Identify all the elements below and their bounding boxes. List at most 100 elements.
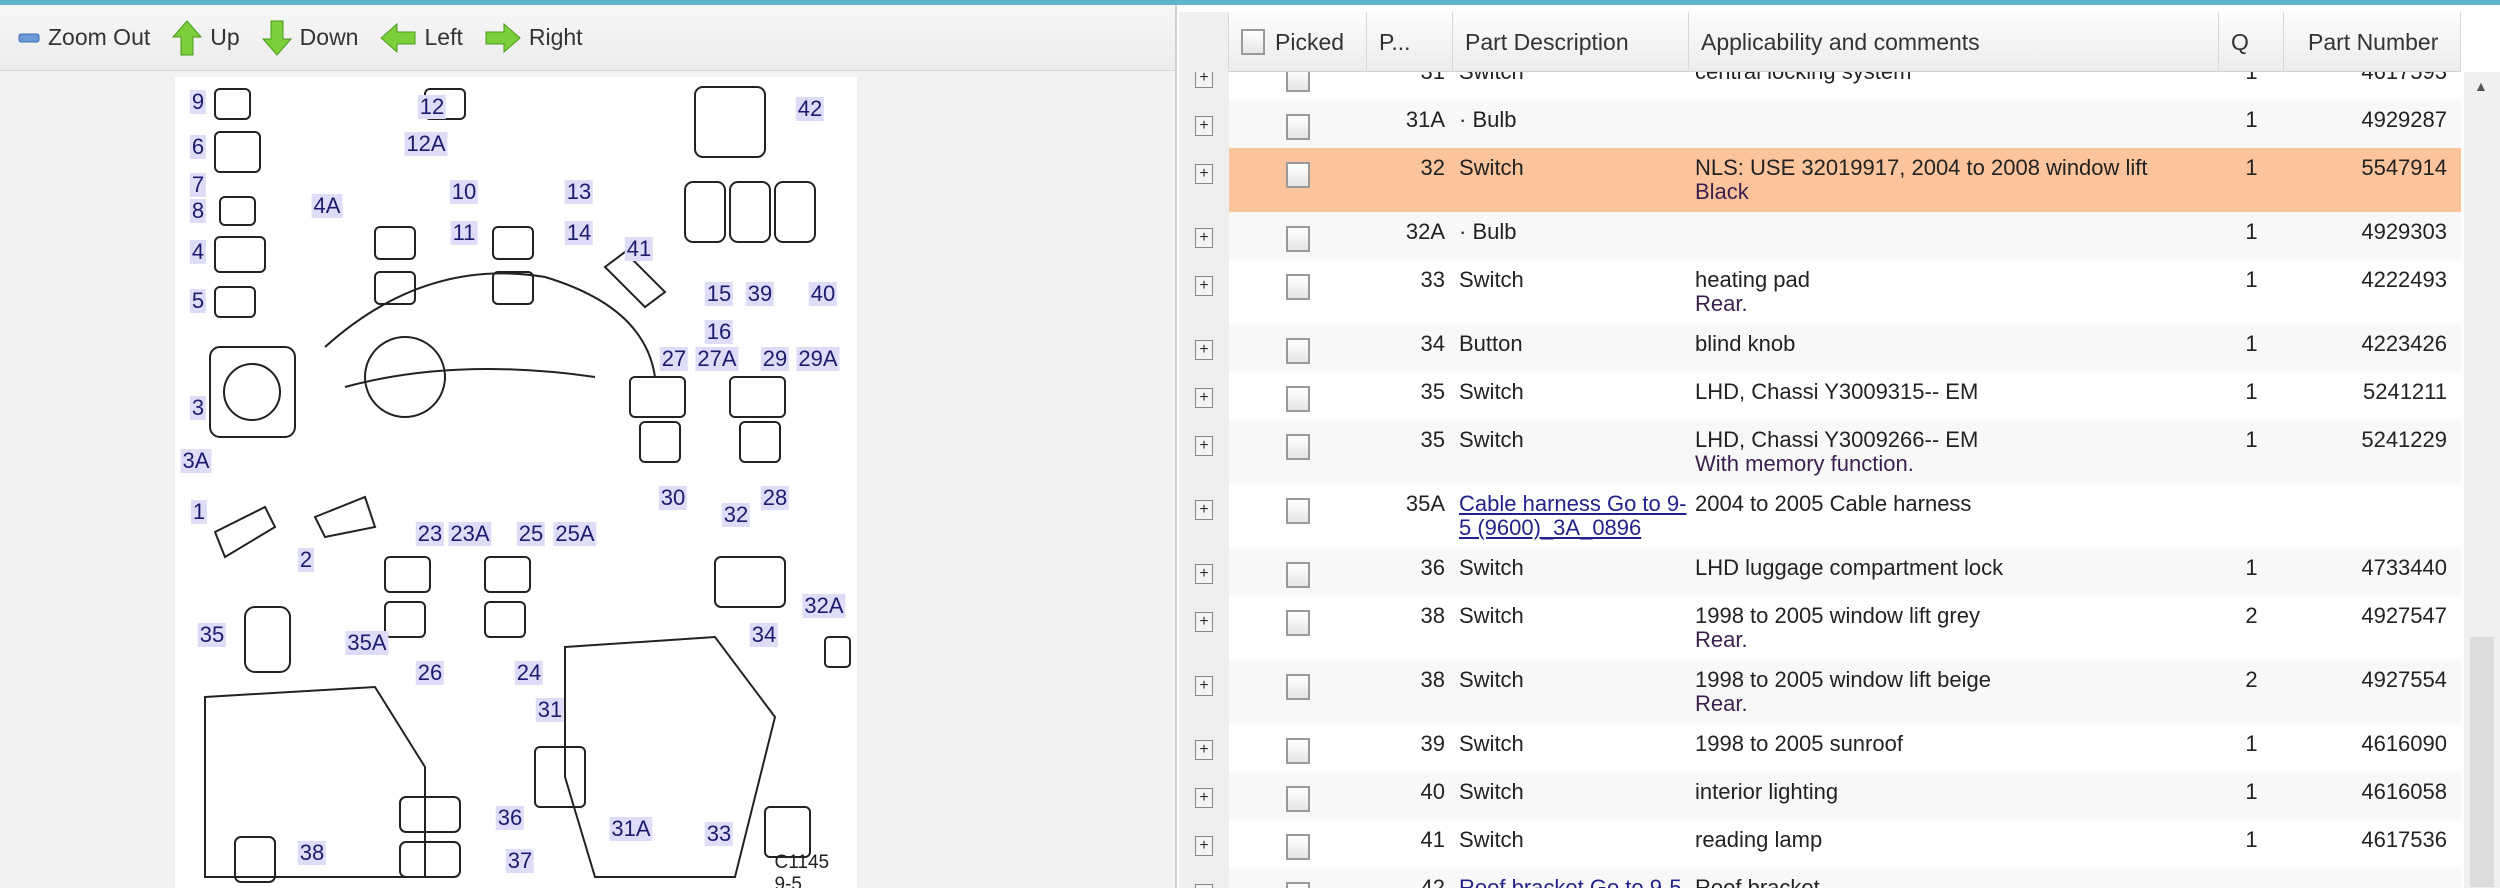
callout-29A[interactable]: 29A xyxy=(796,347,840,371)
callout-41[interactable]: 41 xyxy=(624,237,654,261)
picked-checkbox[interactable] xyxy=(1286,338,1310,364)
callout-2[interactable]: 2 xyxy=(297,548,315,572)
callout-13[interactable]: 13 xyxy=(564,180,594,204)
callout-23[interactable]: 23 xyxy=(415,522,445,546)
description-header[interactable]: Part Description xyxy=(1453,12,1689,72)
up-button[interactable]: Up xyxy=(172,19,240,56)
table-row[interactable]: + 42 Roof bracket Go to 9-5 Roof bracket xyxy=(1179,868,2461,888)
picked-checkbox[interactable] xyxy=(1286,162,1310,188)
left-button[interactable]: Left xyxy=(380,22,463,53)
callout-35A[interactable]: 35A xyxy=(345,631,389,655)
table-row[interactable]: + 40 Switch interior lighting 1 4616058 xyxy=(1179,772,2461,820)
callout-4[interactable]: 4 xyxy=(189,240,207,264)
picked-checkbox[interactable] xyxy=(1286,114,1310,140)
callout-40[interactable]: 40 xyxy=(808,282,838,306)
callout-25[interactable]: 25 xyxy=(516,522,546,546)
applicability-header[interactable]: Applicability and comments xyxy=(1689,12,2219,72)
picked-checkbox[interactable] xyxy=(1286,786,1310,812)
picked-checkbox[interactable] xyxy=(1286,562,1310,588)
callout-26[interactable]: 26 xyxy=(415,661,445,685)
scroll-up-arrow-icon[interactable]: ▲ xyxy=(2474,78,2488,94)
callout-37[interactable]: 37 xyxy=(505,849,535,873)
table-row[interactable]: + 31A · Bulb 1 4929287 xyxy=(1179,100,2461,148)
right-button[interactable]: Right xyxy=(485,22,583,53)
callout-32[interactable]: 32 xyxy=(721,503,751,527)
table-row[interactable]: + 35 Switch LHD, Chassi Y3009315-- EM 1 … xyxy=(1179,372,2461,420)
quantity-header[interactable]: Q xyxy=(2219,12,2284,72)
table-scrollbar[interactable]: ▲ xyxy=(2464,72,2500,888)
callout-14[interactable]: 14 xyxy=(564,221,594,245)
callout-30[interactable]: 30 xyxy=(658,486,688,510)
callout-3A[interactable]: 3A xyxy=(180,449,212,473)
callout-8[interactable]: 8 xyxy=(189,199,207,223)
table-row[interactable]: + 33 Switch heating pad Rear. 1 4222493 xyxy=(1179,260,2461,324)
expand-plus-icon[interactable]: + xyxy=(1195,340,1213,360)
callout-9[interactable]: 9 xyxy=(189,90,207,114)
callout-3[interactable]: 3 xyxy=(189,396,207,420)
picked-checkbox[interactable] xyxy=(1286,834,1310,860)
scrollbar-thumb[interactable] xyxy=(2470,637,2494,887)
expand-plus-icon[interactable]: + xyxy=(1195,436,1213,456)
picked-checkbox[interactable] xyxy=(1286,226,1310,252)
callout-16[interactable]: 16 xyxy=(704,320,734,344)
callout-27[interactable]: 27 xyxy=(659,347,689,371)
picked-checkbox[interactable] xyxy=(1286,274,1310,300)
expand-plus-icon[interactable]: + xyxy=(1195,564,1213,584)
picked-checkbox[interactable] xyxy=(1286,386,1310,412)
callout-24[interactable]: 24 xyxy=(514,661,544,685)
table-row[interactable]: + 32 Switch NLS: USE 32019917, 2004 to 2… xyxy=(1179,148,2461,212)
position-header[interactable]: P... xyxy=(1367,12,1453,72)
callout-4A[interactable]: 4A xyxy=(311,194,343,218)
picked-checkbox[interactable] xyxy=(1286,882,1310,888)
expand-plus-icon[interactable]: + xyxy=(1195,500,1213,520)
expand-plus-icon[interactable]: + xyxy=(1195,884,1213,888)
table-row[interactable]: + 38 Switch 1998 to 2005 window lift gre… xyxy=(1179,596,2461,660)
expand-plus-icon[interactable]: + xyxy=(1195,836,1213,856)
expand-plus-icon[interactable]: + xyxy=(1195,164,1213,184)
callout-34[interactable]: 34 xyxy=(749,623,779,647)
callout-31A[interactable]: 31A xyxy=(609,817,653,841)
callout-12[interactable]: 12 xyxy=(417,95,447,119)
picked-checkbox[interactable] xyxy=(1286,610,1310,636)
callout-31[interactable]: 31 xyxy=(535,698,565,722)
callout-10[interactable]: 10 xyxy=(449,180,479,204)
table-row[interactable]: + 36 Switch LHD luggage compartment lock… xyxy=(1179,548,2461,596)
table-row[interactable]: + 38 Switch 1998 to 2005 window lift bei… xyxy=(1179,660,2461,724)
callout-11[interactable]: 11 xyxy=(450,221,478,245)
table-row[interactable]: + 32A · Bulb 1 4929303 xyxy=(1179,212,2461,260)
select-all-checkbox[interactable] xyxy=(1241,29,1265,55)
callout-23A[interactable]: 23A xyxy=(448,522,492,546)
expand-plus-icon[interactable]: + xyxy=(1195,788,1213,808)
table-row[interactable]: + 35 Switch LHD, Chassi Y3009266-- EM Wit… xyxy=(1179,420,2461,484)
callout-28[interactable]: 28 xyxy=(760,486,790,510)
picked-checkbox[interactable] xyxy=(1286,738,1310,764)
callout-1[interactable]: 1 xyxy=(190,500,208,524)
callout-38[interactable]: 38 xyxy=(297,841,327,865)
part-link[interactable]: Cable harness Go to 9-5 (9600)_3A_0896 xyxy=(1459,491,1686,540)
expand-plus-icon[interactable]: + xyxy=(1195,388,1213,408)
picked-checkbox[interactable] xyxy=(1286,434,1310,460)
callout-15[interactable]: 15 xyxy=(704,282,734,306)
callout-5[interactable]: 5 xyxy=(189,289,207,313)
picked-header[interactable]: Picked xyxy=(1229,12,1367,72)
callout-33[interactable]: 33 xyxy=(704,822,734,846)
callout-12A[interactable]: 12A xyxy=(404,132,448,156)
zoom-out-button[interactable]: Zoom Out xyxy=(18,24,150,51)
callout-7[interactable]: 7 xyxy=(189,173,207,197)
expand-plus-icon[interactable]: + xyxy=(1195,228,1213,248)
callout-29[interactable]: 29 xyxy=(760,347,790,371)
expand-plus-icon[interactable]: + xyxy=(1195,676,1213,696)
part-link[interactable]: Roof bracket Go to 9-5 xyxy=(1459,875,1682,888)
table-row[interactable]: + 39 Switch 1998 to 2005 sunroof 1 46160… xyxy=(1179,724,2461,772)
picked-checkbox[interactable] xyxy=(1286,674,1310,700)
table-row[interactable]: + 35A Cable harness Go to 9-5 (9600)_3A_… xyxy=(1179,484,2461,548)
picked-checkbox[interactable] xyxy=(1286,498,1310,524)
callout-6[interactable]: 6 xyxy=(189,135,207,159)
callout-35[interactable]: 35 xyxy=(197,623,227,647)
expand-plus-icon[interactable]: + xyxy=(1195,116,1213,136)
down-button[interactable]: Down xyxy=(261,20,358,56)
expand-plus-icon[interactable]: + xyxy=(1195,740,1213,760)
part-number-header[interactable]: Part Number xyxy=(2284,12,2461,72)
callout-36[interactable]: 36 xyxy=(495,806,525,830)
expand-plus-icon[interactable]: + xyxy=(1195,612,1213,632)
